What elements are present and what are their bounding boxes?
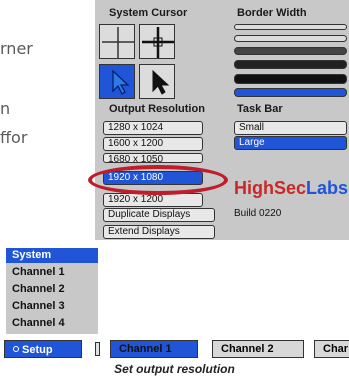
channel-menu-item[interactable]: Channel 3	[6, 299, 98, 314]
taskbar-large-option[interactable]: Large	[234, 136, 347, 150]
resolution-option-selected[interactable]: 1920 x 1080	[103, 171, 203, 185]
arrow-cursor-icon	[152, 69, 170, 95]
border-width-option[interactable]	[234, 35, 347, 42]
channel-3-tab[interactable]: Char	[314, 340, 349, 358]
resolution-option[interactable]: 1280 x 1024	[103, 121, 203, 135]
system-cursor-title: System Cursor	[109, 7, 188, 19]
osd-panel: System Cursor Border Width Output Resolu…	[95, 0, 349, 240]
channel-menu-item-system[interactable]: System	[6, 248, 98, 263]
border-width-option[interactable]	[234, 24, 347, 30]
channel-2-tab[interactable]: Channel 2	[212, 340, 304, 358]
output-resolution-title: Output Resolution	[109, 103, 205, 115]
setup-button[interactable]: Setup	[4, 340, 82, 358]
divider	[95, 342, 100, 356]
channel-menu: System Channel 1 Channel 2 Channel 3 Cha…	[6, 248, 98, 334]
border-width-title: Border Width	[237, 7, 307, 19]
resolution-option[interactable]: 1920 x 1200	[103, 193, 203, 207]
channel-1-tab[interactable]: Channel 1	[110, 340, 198, 358]
extend-displays-button[interactable]: Extend Displays	[103, 225, 215, 239]
border-width-option-selected[interactable]	[234, 88, 347, 97]
cursor-style-thin-cross[interactable]	[99, 24, 135, 59]
channel-menu-item[interactable]: Channel 2	[6, 282, 98, 297]
border-width-option[interactable]	[234, 47, 347, 55]
duplicate-displays-button[interactable]: Duplicate Displays	[103, 208, 215, 222]
build-version: Build 0220	[234, 208, 282, 219]
radio-dot-icon	[13, 346, 19, 352]
border-width-option[interactable]	[234, 74, 347, 84]
cursor-style-arrow-blue[interactable]	[99, 64, 135, 99]
cursor-style-thick-cross[interactable]	[139, 24, 175, 59]
cursor-style-arrow-black[interactable]	[139, 64, 175, 99]
arrow-cursor-icon	[112, 69, 130, 95]
task-bar-title: Task Bar	[237, 103, 283, 115]
thin-crosshair-icon	[102, 27, 134, 58]
resolution-option[interactable]: 1600 x 1200	[103, 137, 203, 151]
thick-crosshair-icon	[142, 27, 174, 58]
channel-menu-item[interactable]: Channel 4	[6, 316, 98, 331]
figure-caption: Set output resolution	[114, 362, 235, 376]
resolution-option[interactable]: 1680 x 1050	[103, 153, 203, 163]
manual-text-fragment: rner	[0, 39, 33, 58]
taskbar-small-option[interactable]: Small	[234, 121, 347, 135]
highseclabs-logo: HighSecLabs	[234, 178, 349, 198]
manual-text-fragment: n	[0, 99, 11, 118]
border-width-option[interactable]	[234, 60, 347, 69]
manual-text-fragment: ffor	[0, 128, 28, 147]
channel-menu-item[interactable]: Channel 1	[6, 265, 98, 280]
